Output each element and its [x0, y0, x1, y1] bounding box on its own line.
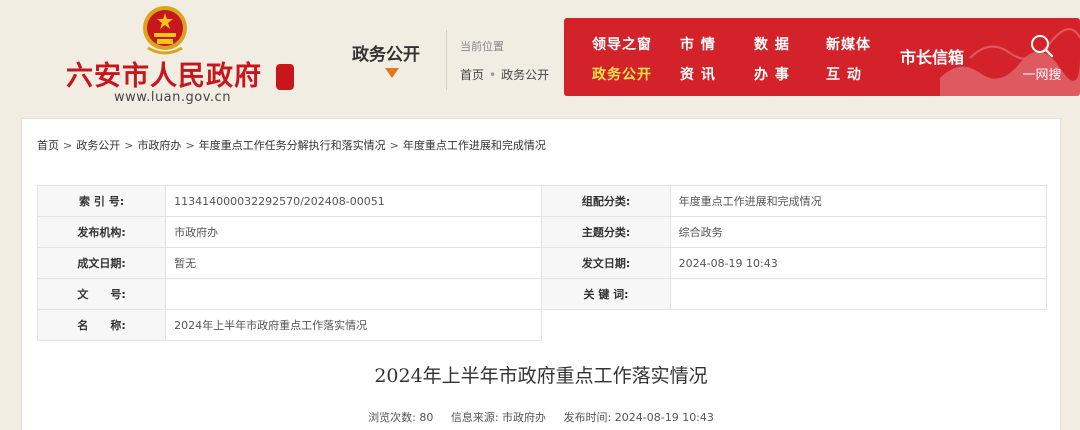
nav-item-public-affairs[interactable]: 政务公开: [592, 64, 652, 84]
publisher-label: 发布机构:: [36, 216, 167, 248]
nav-item-news[interactable]: 资 讯: [680, 64, 716, 84]
document-number-label: 文 号:: [36, 278, 167, 310]
category-value: 年度重点工作进展和完成情况: [669, 185, 1048, 217]
created-date-value: 暂无: [165, 247, 543, 279]
location-label: 当前位置: [460, 40, 504, 53]
table-row: 发布机构: 市政府办 主题分类: 综合政务: [36, 216, 1048, 248]
table-row: 索 引 号: 113414000032292570/202408-00051 组…: [36, 185, 1048, 217]
views-count: 80: [419, 411, 434, 424]
source-label: 信息来源:: [450, 411, 499, 424]
site-search-button[interactable]: 一网搜: [1014, 30, 1070, 86]
nav-item-city-info[interactable]: 市 情: [680, 34, 716, 54]
main-nav: 领导之窗 市 情 数 据 新媒体 政务公开 资 讯 办 事 互 动: [564, 18, 1080, 96]
published-date-label: 发文日期:: [541, 247, 671, 279]
breadcrumb-link[interactable]: 首页: [37, 139, 59, 152]
article-title: 2024年上半年市政府重点工作落实情况: [374, 365, 708, 387]
document-name-value: 2024年上半年市政府重点工作落实情况: [165, 309, 543, 341]
created-date-label: 成文日期:: [36, 247, 167, 279]
index-value: 113414000032292570/202408-00051: [165, 185, 543, 217]
breadcrumb-link[interactable]: 市政府办: [137, 139, 181, 152]
mayor-mailbox-link[interactable]: 市长信箱: [900, 44, 964, 68]
topic-value: 综合政务: [669, 216, 1048, 248]
national-emblem-icon: [143, 6, 187, 55]
chevron-down-icon: [385, 68, 399, 78]
keywords-label: 关 键 词:: [541, 278, 671, 310]
table-spacer: [541, 309, 1047, 341]
site-name[interactable]: 六安市人民政府: [66, 54, 286, 93]
topic-label: 主题分类:: [541, 216, 671, 248]
publish-time-value: 2024-08-19 10:43: [614, 411, 714, 424]
document-name-label: 名 称:: [36, 309, 167, 341]
divider: [446, 30, 447, 90]
location-link-public[interactable]: 政务公开: [501, 68, 549, 82]
seal-stamp-icon: [276, 64, 294, 90]
table-row: 文 号: 关 键 词:: [36, 278, 1048, 310]
document-info-table: 索 引 号: 113414000032292570/202408-00051 组…: [36, 185, 1048, 341]
breadcrumb-link[interactable]: 年度重点工作进展和完成情况: [403, 139, 546, 152]
category-label: 组配分类:: [541, 185, 671, 217]
views-label: 浏览次数:: [368, 411, 416, 424]
published-date-value: 2024-08-19 10:43: [669, 247, 1048, 279]
keywords-value: [669, 278, 1048, 310]
index-label: 索 引 号:: [36, 185, 167, 217]
nav-item-data[interactable]: 数 据: [754, 34, 790, 54]
site-header: 六安市人民政府 www.luan.gov.cn 政务公开 当前位置 首页 • 政务公…: [0, 0, 1080, 118]
publisher-value: 市政府办: [165, 216, 543, 248]
source-value: 市政府办: [502, 411, 547, 424]
section-title: 政务公开: [352, 45, 420, 65]
table-row: 成文日期: 暂无 发文日期: 2024-08-19 10:43: [36, 247, 1048, 279]
publish-time-label: 发布时间:: [563, 411, 612, 424]
search-label: 一网搜: [1022, 68, 1062, 83]
table-row: 名 称: 2024年上半年市政府重点工作落实情况: [36, 309, 1047, 341]
main-content: 首页 > 政务公开 > 市政府办 > 年度重点工作任务分解执行和落实情况 > 年度重点工作进展和…: [21, 118, 1061, 430]
breadcrumb: 首页 > 政务公开 > 市政府办 > 年度重点工作任务分解执行和落实情况 > 年度重点工作进展和…: [37, 139, 546, 152]
nav-item-services[interactable]: 办 事: [754, 64, 790, 84]
breadcrumb-link[interactable]: 年度重点工作任务分解执行和落实情况: [199, 139, 386, 152]
nav-item-new-media[interactable]: 新媒体: [826, 34, 871, 54]
search-icon: [1031, 35, 1054, 58]
article-meta: 浏览次数: 80 信息来源: 市政府办 发布时间: 2024-08-19 10:…: [22, 409, 1060, 425]
breadcrumb-link[interactable]: 政务公开: [76, 139, 120, 152]
nav-item-leaders[interactable]: 领导之窗: [592, 34, 652, 54]
document-number-value: [165, 278, 543, 310]
nav-item-interaction[interactable]: 互 动: [826, 64, 862, 84]
location-link-home[interactable]: 首页: [460, 68, 484, 82]
site-url[interactable]: www.luan.gov.cn: [114, 90, 231, 105]
location-path: 首页 • 政务公开: [460, 68, 550, 82]
